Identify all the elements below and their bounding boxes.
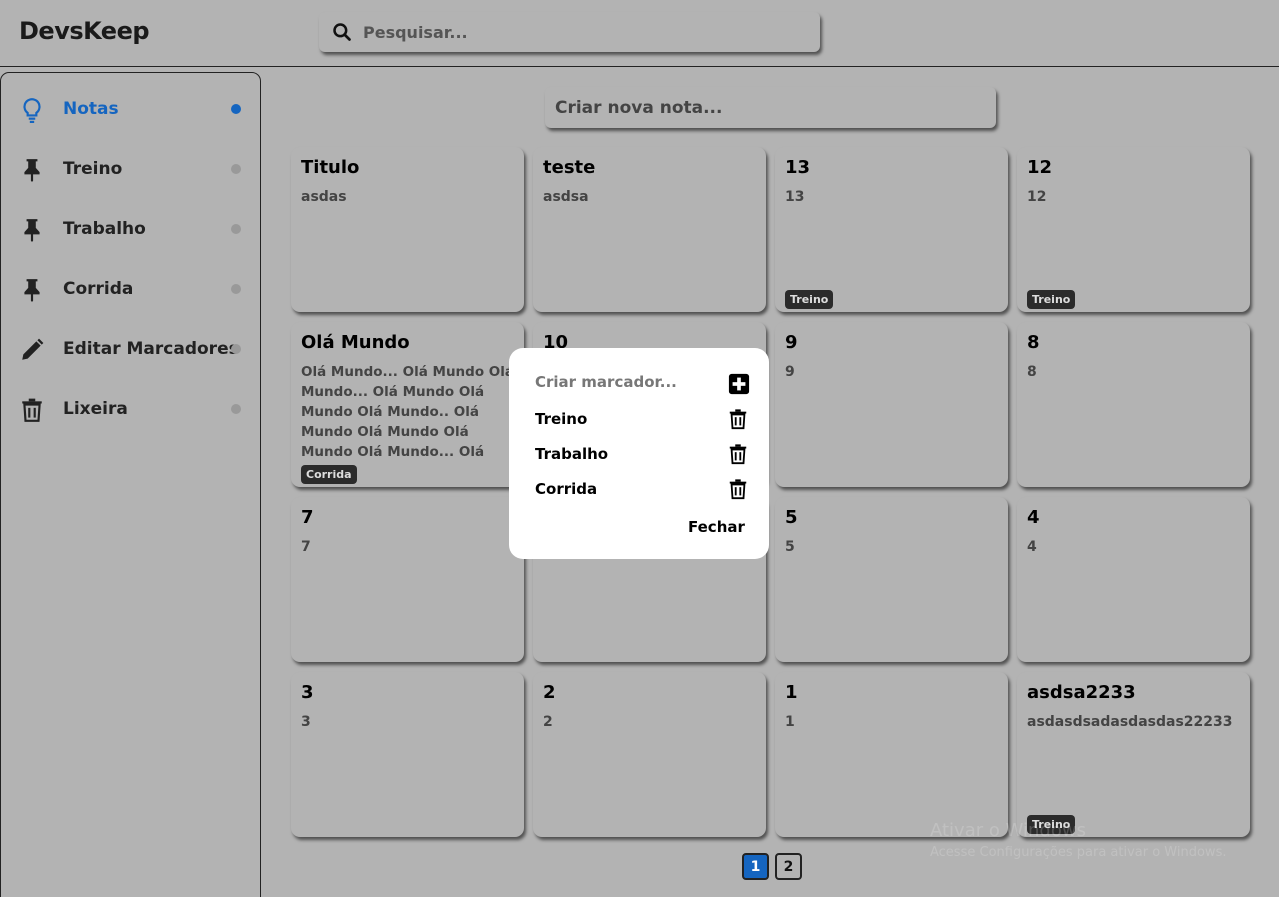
- search-bar[interactable]: [319, 12, 820, 52]
- note-body: 1: [785, 714, 795, 730]
- note-body: 2: [543, 714, 553, 730]
- header: DevsKeep: [0, 0, 1279, 67]
- note-title: Titulo: [301, 157, 360, 178]
- sidebar-item-trabalho[interactable]: Trabalho: [1, 207, 260, 251]
- note-body: 5: [785, 539, 795, 555]
- trash-icon: [22, 398, 42, 422]
- marker-label: Trabalho: [535, 445, 609, 463]
- page-button-1[interactable]: 1: [742, 853, 769, 880]
- new-note-box[interactable]: [545, 87, 996, 128]
- note-card[interactable]: 2 2: [533, 672, 766, 837]
- note-title: 4: [1027, 507, 1040, 528]
- close-button[interactable]: Fechar: [688, 518, 745, 536]
- pencil-icon: [22, 338, 44, 360]
- note-title: 7: [301, 507, 314, 528]
- note-card[interactable]: 3 3: [291, 672, 524, 837]
- active-dot: [231, 104, 241, 114]
- note-tag: Treino: [1027, 290, 1076, 309]
- note-body: 7: [301, 539, 311, 555]
- note-card[interactable]: 7 7: [291, 497, 524, 662]
- sidebar: Notas Treino Trabalho Corrida Editar Mar…: [0, 72, 261, 897]
- status-dot: [231, 224, 241, 234]
- search-input[interactable]: [363, 22, 793, 42]
- pin-icon: [24, 159, 40, 182]
- sidebar-item-treino[interactable]: Treino: [1, 147, 260, 191]
- note-body: 8: [1027, 364, 1037, 380]
- trash-icon[interactable]: [727, 478, 749, 500]
- new-note-input[interactable]: [555, 97, 975, 118]
- note-card[interactable]: Titulo asdas: [291, 147, 524, 312]
- note-body: 3: [301, 714, 311, 730]
- note-card[interactable]: 8 8: [1017, 322, 1250, 487]
- pagination: 1 2: [742, 853, 802, 880]
- note-title: 9: [785, 332, 798, 353]
- note-title: 1: [785, 682, 798, 703]
- note-body: 12: [1027, 189, 1047, 205]
- sidebar-item-label: Trabalho: [63, 219, 146, 239]
- sidebar-item-notas[interactable]: Notas: [1, 87, 260, 131]
- note-title: 8: [1027, 332, 1040, 353]
- note-card[interactable]: 5 5: [775, 497, 1008, 662]
- watermark-subtitle: Acesse Configurações para ativar o Windo…: [930, 845, 1227, 860]
- note-title: teste: [543, 157, 596, 178]
- note-body: 4: [1027, 539, 1037, 555]
- sidebar-item-corrida[interactable]: Corrida: [1, 267, 260, 311]
- note-title: 3: [301, 682, 314, 703]
- marker-row-treino: Treino: [535, 408, 750, 432]
- sidebar-item-label: Notas: [63, 99, 119, 119]
- windows-activation-watermark: Ativar o Windows Acesse Configurações pa…: [930, 820, 1226, 860]
- marker-label: Corrida: [535, 480, 598, 498]
- page-button-2[interactable]: 2: [775, 853, 802, 880]
- note-title: Olá Mundo: [301, 332, 410, 353]
- note-card[interactable]: Olá Mundo Olá Mundo... Olá Mundo Olá Mun…: [291, 322, 524, 487]
- watermark-title: Ativar o Windows: [930, 820, 1086, 841]
- note-card[interactable]: asdsa2233 asdasdsadasdasdas22233 Treino: [1017, 672, 1250, 837]
- sidebar-item-label: Editar Marcadores: [63, 339, 239, 359]
- note-title: asdsa2233: [1027, 682, 1136, 703]
- note-body: 13: [785, 189, 805, 205]
- note-title: 13: [785, 157, 811, 178]
- sidebar-item-editar-marcadores[interactable]: Editar Marcadores: [1, 327, 260, 371]
- note-body: Olá Mundo... Olá Mundo Olá Mundo... Olá …: [301, 364, 515, 460]
- add-marker-icon[interactable]: [728, 373, 750, 395]
- note-card[interactable]: 12 12 Treino: [1017, 147, 1250, 312]
- status-dot: [231, 404, 241, 414]
- trash-icon[interactable]: [727, 408, 749, 430]
- note-body: asdas: [301, 189, 347, 205]
- note-card[interactable]: teste asdsa: [533, 147, 766, 312]
- note-title: 2: [543, 682, 556, 703]
- pin-icon: [24, 219, 40, 242]
- note-card[interactable]: 1 1: [775, 672, 1008, 837]
- search-icon: [333, 23, 351, 41]
- note-title: 5: [785, 507, 798, 528]
- note-card[interactable]: 9 9: [775, 322, 1008, 487]
- note-body: asdasdsadasdasdas22233: [1027, 714, 1233, 730]
- note-body: asdsa: [543, 189, 589, 205]
- sidebar-item-lixeira[interactable]: Lixeira: [1, 387, 260, 431]
- pin-icon: [24, 279, 40, 302]
- sidebar-item-label: Lixeira: [63, 399, 128, 419]
- note-tag: Treino: [785, 290, 834, 309]
- status-dot: [231, 344, 241, 354]
- trash-icon[interactable]: [727, 443, 749, 465]
- status-dot: [231, 164, 241, 174]
- note-body: 9: [785, 364, 795, 380]
- create-marker-input[interactable]: [535, 373, 710, 391]
- marker-row-corrida: Corrida: [535, 478, 750, 502]
- lightbulb-icon: [23, 98, 41, 123]
- status-dot: [231, 284, 241, 294]
- marker-label: Treino: [535, 410, 588, 428]
- app-logo[interactable]: DevsKeep: [19, 17, 150, 45]
- note-tag: Corrida: [301, 465, 357, 484]
- note-title: 12: [1027, 157, 1053, 178]
- edit-markers-modal: Treino Trabalho Corrida Fechar: [509, 348, 769, 559]
- note-card[interactable]: 13 13 Treino: [775, 147, 1008, 312]
- sidebar-item-label: Treino: [63, 159, 123, 179]
- marker-row-trabalho: Trabalho: [535, 443, 750, 467]
- sidebar-item-label: Corrida: [63, 279, 134, 299]
- note-card[interactable]: 4 4: [1017, 497, 1250, 662]
